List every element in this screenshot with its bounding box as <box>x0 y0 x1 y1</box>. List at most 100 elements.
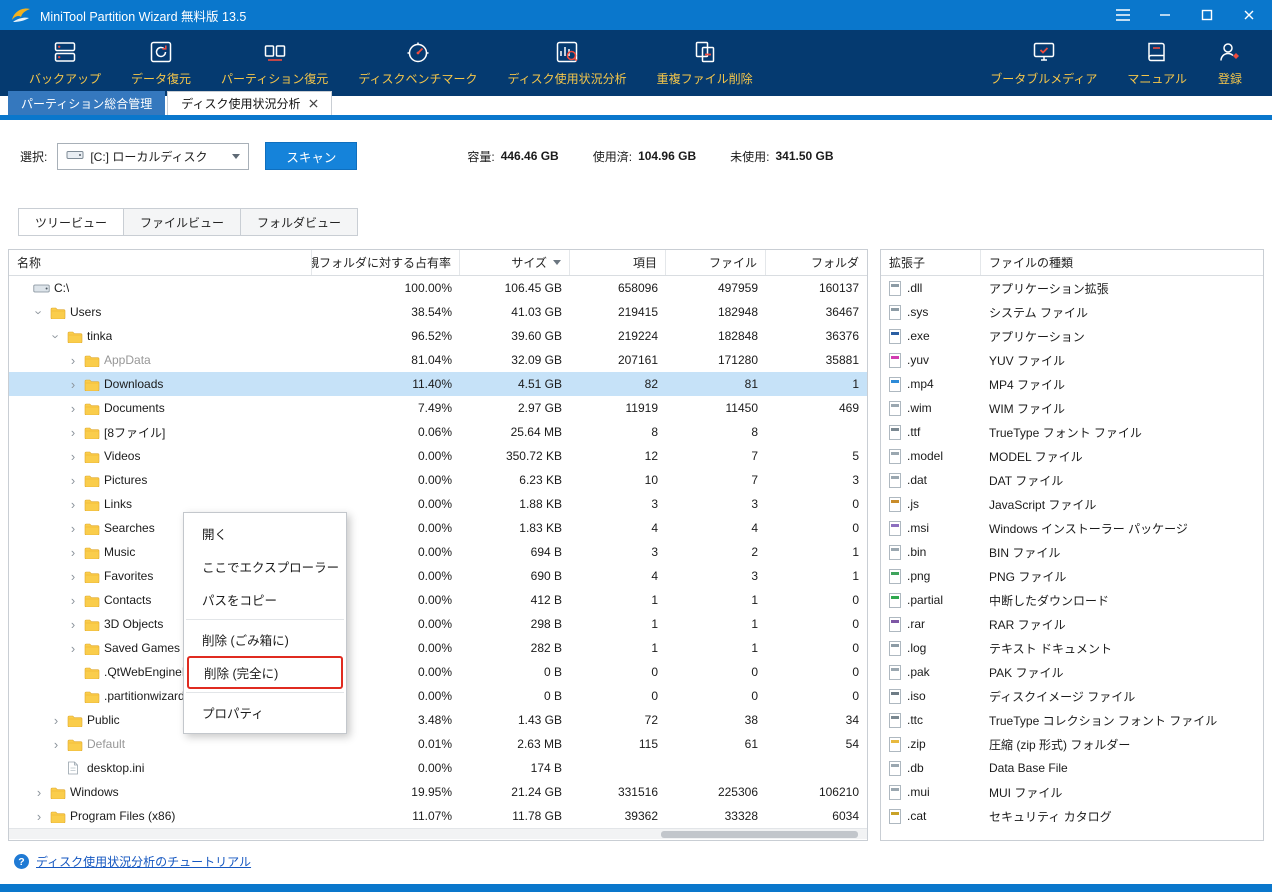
table-row[interactable]: › Downloads 11.40% 4.51 GB 82 81 1 <box>9 372 867 396</box>
table-row[interactable]: › Users 38.54% 41.03 GB 219415 182948 36467 <box>9 300 867 324</box>
table-row[interactable]: › Music 0.00% 694 B321 <box>9 540 867 564</box>
view-tab-file[interactable]: ファイルビュー <box>124 208 242 236</box>
duplicate-file-remover-button[interactable]: 重複ファイル削除 <box>642 39 768 87</box>
extension-row[interactable]: .exe アプリケーション <box>881 324 1263 348</box>
chevron-down-icon[interactable]: › <box>49 329 64 343</box>
chevron-right-icon[interactable]: › <box>66 594 80 607</box>
chevron-right-icon[interactable]: › <box>32 786 46 799</box>
chevron-right-icon[interactable]: › <box>66 354 80 367</box>
chevron-right-icon[interactable]: › <box>66 474 80 487</box>
chevron-right-icon[interactable]: › <box>66 426 80 439</box>
maximize-icon[interactable] <box>1194 4 1220 26</box>
chevron-right-icon[interactable]: › <box>66 618 80 631</box>
chevron-right-icon[interactable]: › <box>32 810 46 823</box>
chevron-right-icon[interactable]: › <box>66 450 80 463</box>
extension-row[interactable]: .iso ディスクイメージ ファイル <box>881 684 1263 708</box>
extension-row[interactable]: .sys システム ファイル <box>881 300 1263 324</box>
table-row[interactable]: › Default 0.01% 2.63 MB 115 61 54 <box>9 732 867 756</box>
chevron-right-icon[interactable]: › <box>49 714 63 727</box>
disk-benchmark-button[interactable]: ディスクベンチマーク <box>343 39 492 87</box>
chevron-right-icon[interactable]: › <box>66 642 80 655</box>
column-header-extension[interactable]: 拡張子 <box>881 250 981 275</box>
extension-row[interactable]: .pak PAK ファイル <box>881 660 1263 684</box>
chevron-right-icon[interactable]: › <box>66 402 80 415</box>
extension-row[interactable]: .bin BIN ファイル <box>881 540 1263 564</box>
extension-row[interactable]: .ttf TrueType フォント ファイル <box>881 420 1263 444</box>
close-icon[interactable] <box>1236 4 1262 26</box>
manual-button[interactable]: マニュアル <box>1112 39 1202 87</box>
column-header-file-type[interactable]: ファイルの種類 <box>981 250 1263 275</box>
data-recovery-button[interactable]: データ復元 <box>116 39 206 87</box>
view-tab-folder[interactable]: フォルダビュー <box>241 208 359 236</box>
column-header-items[interactable]: 項目 <box>570 250 666 275</box>
table-row[interactable]: › Saved Games 0.00% 282 B110 <box>9 636 867 660</box>
column-header-size[interactable]: サイズ <box>460 250 570 275</box>
table-row[interactable]: .partitionwizard 0.00% 0 B000 <box>9 684 867 708</box>
tab-partition-manager[interactable]: パーティション総合管理 <box>8 91 166 115</box>
extension-row[interactable]: .js JavaScript ファイル <box>881 492 1263 516</box>
close-tab-icon[interactable] <box>309 99 318 108</box>
menu-item-open-in-explorer[interactable]: ここでエクスプローラー <box>184 550 346 583</box>
chevron-right-icon[interactable]: › <box>66 570 80 583</box>
menu-item-properties[interactable]: プロパティ <box>184 696 346 729</box>
menu-item-delete-permanently[interactable]: 削除 (完全に) <box>187 656 343 689</box>
extension-row[interactable]: .log テキスト ドキュメント <box>881 636 1263 660</box>
extension-row[interactable]: .partial 中断したダウンロード <box>881 588 1263 612</box>
extension-row[interactable]: .db Data Base File <box>881 756 1263 780</box>
extension-row[interactable]: .msi Windows インストーラー パッケージ <box>881 516 1263 540</box>
minimize-icon[interactable] <box>1152 4 1178 26</box>
extension-row[interactable]: .dat DAT ファイル <box>881 468 1263 492</box>
table-row[interactable]: desktop.ini 0.00% 174 B <box>9 756 867 780</box>
extension-row[interactable]: .rar RAR ファイル <box>881 612 1263 636</box>
table-row[interactable]: › Pictures 0.00% 6.23 KB 10 7 3 <box>9 468 867 492</box>
table-row[interactable]: › Searches 0.00% 1.83 KB 4 4 0 <box>9 516 867 540</box>
chevron-right-icon[interactable]: › <box>66 498 80 511</box>
register-button[interactable]: 登録 <box>1202 39 1258 87</box>
chevron-right-icon[interactable]: › <box>66 546 80 559</box>
extension-row[interactable]: .mp4 MP4 ファイル <box>881 372 1263 396</box>
extension-row[interactable]: .cat セキュリティ カタログ <box>881 804 1263 828</box>
chevron-right-icon[interactable]: › <box>66 522 80 535</box>
table-row[interactable]: › tinka 96.52% 39.60 GB 219224 182848 36376 <box>9 324 867 348</box>
menu-item-delete-to-recycle-bin[interactable]: 削除 (ごみ箱に) <box>184 623 346 656</box>
menu-item-copy-path[interactable]: パスをコピー <box>184 583 346 616</box>
extension-row[interactable]: .ttc TrueType コレクション フォント ファイル <box>881 708 1263 732</box>
chevron-down-icon[interactable]: › <box>32 305 47 319</box>
menu-item-open[interactable]: 開く <box>184 517 346 550</box>
table-row[interactable]: › Documents 7.49% 2.97 GB 11919 11450 469 <box>9 396 867 420</box>
column-header-percent[interactable]: 親フォルダに対する占有率 <box>312 250 460 275</box>
chevron-right-icon[interactable]: › <box>49 738 63 751</box>
drive-select[interactable]: [C:] ローカルディスク <box>57 142 250 170</box>
table-row[interactable]: › Contacts 0.00% 412 B110 <box>9 588 867 612</box>
table-row[interactable]: › Windows 19.95% 21.24 GB 331516 225306 106210 <box>9 780 867 804</box>
table-row[interactable]: C:\ 100.00% 106.45 GB 658096 497959 160137 <box>9 276 867 300</box>
table-row[interactable]: › AppData 81.04% 32.09 GB 207161 171280 35881 <box>9 348 867 372</box>
backup-button[interactable]: バックアップ <box>14 39 116 87</box>
table-row[interactable]: › [8ファイル] 0.06% 25.64 MB 8 8 <box>9 420 867 444</box>
tab-disk-analyzer[interactable]: ディスク使用状況分析 <box>167 91 333 115</box>
table-row[interactable]: › Program Files (x86) 11.07% 11.78 GB 39362 3… <box>9 804 867 828</box>
table-row[interactable]: › Links 0.00% 1.88 KB 3 3 0 <box>9 492 867 516</box>
table-row[interactable]: › Public 3.48% 1.43 GB 72 38 34 <box>9 708 867 732</box>
column-header-name[interactable]: 名称 <box>9 250 312 275</box>
extension-row[interactable]: .wim WIM ファイル <box>881 396 1263 420</box>
partition-recovery-button[interactable]: パーティション復元 <box>206 39 343 87</box>
column-header-files[interactable]: ファイル <box>666 250 766 275</box>
extension-row[interactable]: .dll アプリケーション拡張 <box>881 276 1263 300</box>
view-tab-tree[interactable]: ツリービュー <box>18 208 125 236</box>
column-header-folders[interactable]: フォルダ <box>766 250 867 275</box>
space-analyzer-button[interactable]: ディスク使用状況分析 <box>492 39 641 87</box>
scrollbar-thumb[interactable] <box>661 831 859 838</box>
tutorial-link[interactable]: ディスク使用状況分析のチュートリアル <box>36 853 251 870</box>
table-row[interactable]: › Videos 0.00% 350.72 KB 12 7 5 <box>9 444 867 468</box>
extension-row[interactable]: .zip 圧縮 (zip 形式) フォルダー <box>881 732 1263 756</box>
extension-row[interactable]: .mui MUI ファイル <box>881 780 1263 804</box>
table-row[interactable]: .QtWebEngineProcess 0.00% 0 B000 <box>9 660 867 684</box>
chevron-right-icon[interactable]: › <box>66 378 80 391</box>
extension-row[interactable]: .model MODEL ファイル <box>881 444 1263 468</box>
extension-row[interactable]: .yuv YUV ファイル <box>881 348 1263 372</box>
bootable-media-button[interactable]: ブータブルメディア <box>975 39 1112 87</box>
table-row[interactable]: › 3D Objects 0.00% 298 B110 <box>9 612 867 636</box>
table-row[interactable]: › Favorites 0.00% 690 B431 <box>9 564 867 588</box>
extension-row[interactable]: .png PNG ファイル <box>881 564 1263 588</box>
